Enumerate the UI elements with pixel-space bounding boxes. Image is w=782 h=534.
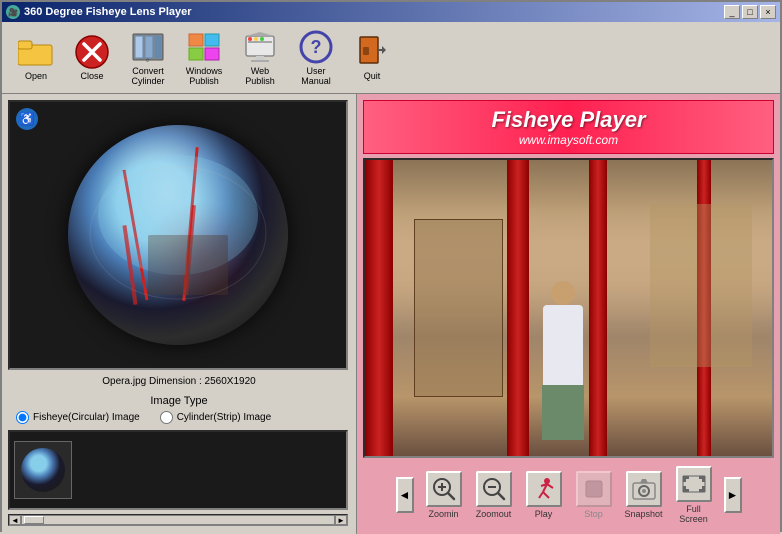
convert-cylinder-label: ConvertCylinder [131, 67, 164, 87]
windows-icon [186, 29, 222, 65]
zoomin-label: Zoomin [428, 509, 458, 519]
zoomout-button[interactable]: Zoomout [474, 471, 514, 519]
windows-publish-label: WindowsPublish [186, 67, 223, 87]
brand-title: Fisheye Player [376, 107, 761, 133]
snapshot-icon [626, 471, 662, 507]
title-bar-left: 🎥 360 Degree Fisheye Lens Player [6, 5, 192, 19]
brand-url: www.imaysoft.com [376, 133, 761, 147]
brand-header: Fisheye Player www.imaysoft.com [363, 100, 774, 154]
person-legs [542, 385, 584, 440]
thumbnail-image [21, 448, 65, 492]
play-icon [526, 471, 562, 507]
person-head [551, 281, 575, 305]
zoomin-button[interactable]: Zoomin [424, 471, 464, 519]
right-panel: Fisheye Player www.imaysoft.com [357, 94, 780, 534]
quit-icon [354, 34, 390, 70]
open-label: Open [25, 72, 47, 82]
thumbnail-item[interactable] [14, 441, 72, 499]
close-circle-icon [74, 34, 110, 70]
quit-label: Quit [364, 72, 381, 82]
window-title: 360 Degree Fisheye Lens Player [24, 6, 192, 18]
close-label: Close [80, 72, 103, 82]
app-icon: 🎥 [6, 5, 20, 19]
person-figure [536, 281, 591, 441]
player-controls: ◄ Zoomin [363, 462, 774, 528]
image-type-options: Fisheye(Circular) Image Cylinder(Strip) … [16, 411, 342, 424]
fullscreen-label: FullScreen [679, 504, 708, 524]
close-file-button[interactable]: Close [66, 27, 118, 89]
convert-cylinder-button[interactable]: ⟳ ConvertCylinder [122, 27, 174, 89]
snapshot-label: Snapshot [624, 509, 662, 519]
pillar-3 [589, 160, 607, 456]
scroll-track[interactable] [21, 515, 335, 525]
quit-button[interactable]: Quit [346, 27, 398, 89]
web-publish-label: WebPublish [245, 67, 275, 87]
image-type-section: Image Type Fisheye(Circular) Image Cylin… [8, 393, 350, 426]
svg-text:?: ? [311, 37, 322, 57]
thumbnail-strip [8, 430, 348, 510]
pillar-1 [365, 160, 393, 456]
fisheye-label: Fisheye(Circular) Image [33, 412, 140, 423]
minimize-button[interactable]: _ [724, 5, 740, 19]
background-door [414, 219, 504, 397]
user-manual-button[interactable]: ? UserManual [290, 27, 342, 89]
folder-icon [18, 34, 54, 70]
player-image [365, 160, 772, 456]
close-button[interactable]: × [760, 5, 776, 19]
title-bar-controls[interactable]: _ □ × [724, 5, 776, 19]
manual-icon: ? [298, 29, 334, 65]
fisheye-view: ♿ [8, 100, 348, 370]
zoomout-icon [476, 471, 512, 507]
image-type-label: Image Type [16, 395, 342, 407]
fisheye-radio[interactable] [16, 411, 29, 424]
maximize-button[interactable]: □ [742, 5, 758, 19]
snapshot-button[interactable]: Snapshot [624, 471, 664, 519]
toolbar: Open Close ⟳ ConvertCylinder [2, 22, 780, 94]
zoomout-label: Zoomout [476, 509, 512, 519]
fullscreen-icon [676, 466, 712, 502]
fisheye-image [68, 125, 288, 345]
fullscreen-button[interactable]: FullScreen [674, 466, 714, 524]
zoomin-icon [426, 471, 462, 507]
pillar-2 [507, 160, 529, 456]
web-publish-button[interactable]: WebPublish [234, 27, 286, 89]
scroll-thumb[interactable] [24, 516, 44, 524]
file-info: Opera.jpg Dimension : 2560X1920 [8, 374, 350, 389]
person-body [543, 305, 583, 385]
cylinder-option[interactable]: Cylinder(Strip) Image [160, 411, 271, 424]
player-view [363, 158, 774, 458]
background-scene [650, 204, 752, 367]
web-icon [242, 29, 278, 65]
title-bar: 🎥 360 Degree Fisheye Lens Player _ □ × [2, 2, 780, 22]
scroll-right-button[interactable]: ► [335, 515, 347, 525]
stop-icon [576, 471, 612, 507]
nav-left-button[interactable]: ◄ [396, 477, 414, 513]
cylinder-label: Cylinder(Strip) Image [177, 412, 271, 423]
stop-label: Stop [584, 509, 603, 519]
horizontal-scrollbar[interactable]: ◄ ► [8, 514, 348, 526]
scroll-left-button[interactable]: ◄ [9, 515, 21, 525]
left-panel: ♿ Opera.jpg Dimension : 2560X1920 Image [2, 94, 357, 534]
play-label: Play [535, 509, 553, 519]
nav-right-button[interactable]: ► [724, 477, 742, 513]
main-content: ♿ Opera.jpg Dimension : 2560X1920 Image [2, 94, 780, 534]
accessibility-icon: ♿ [16, 108, 38, 130]
stop-button[interactable]: Stop [574, 471, 614, 519]
cylinder-icon: ⟳ [130, 29, 166, 65]
play-button[interactable]: Play [524, 471, 564, 519]
user-manual-label: UserManual [301, 67, 331, 87]
fisheye-option[interactable]: Fisheye(Circular) Image [16, 411, 140, 424]
open-button[interactable]: Open [10, 27, 62, 89]
cylinder-radio[interactable] [160, 411, 173, 424]
windows-publish-button[interactable]: WindowsPublish [178, 27, 230, 89]
